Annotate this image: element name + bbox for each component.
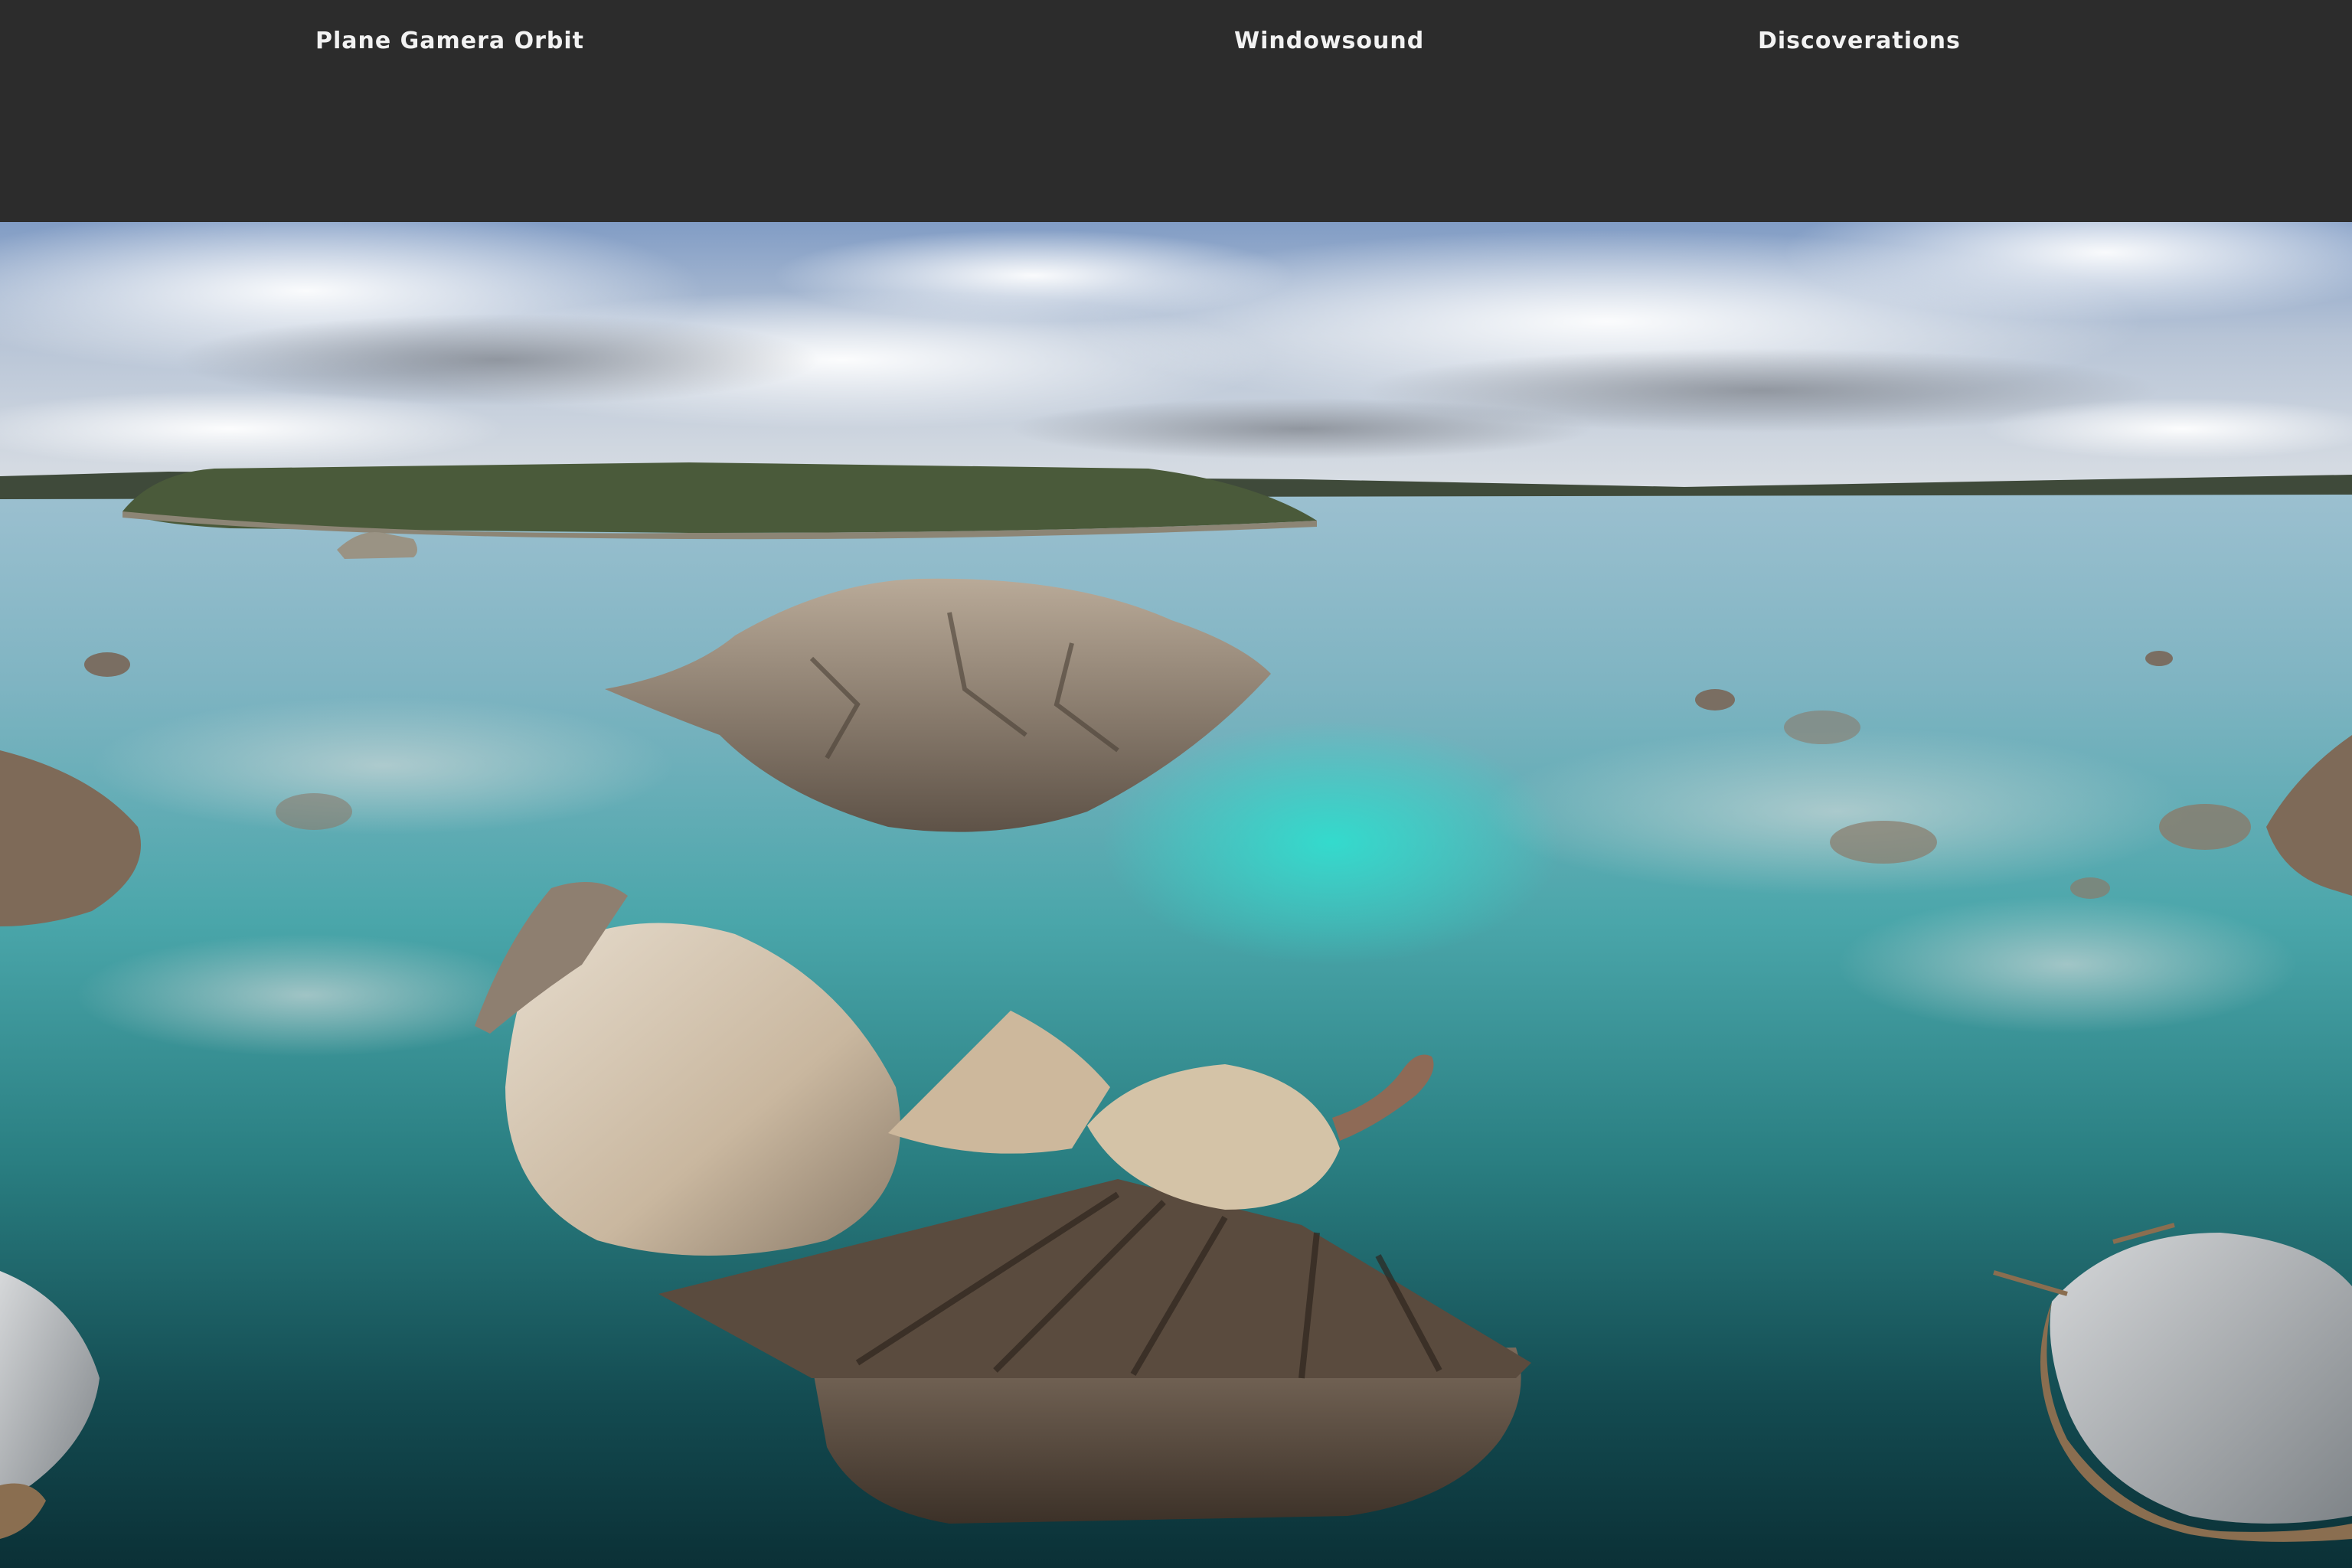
panorama-viewer: Plane Gamera Orbit Windowsound Discovera… xyxy=(0,0,2352,1568)
top-label-left[interactable]: Plane Gamera Orbit xyxy=(315,28,584,54)
foam xyxy=(1485,727,2190,896)
cloud-shadow xyxy=(1011,398,1592,459)
top-label-right[interactable]: Discoverations xyxy=(1758,28,1961,54)
small-rock xyxy=(1784,710,1860,744)
panorama-scene xyxy=(0,184,2352,1568)
foam xyxy=(1838,896,2297,1034)
small-rock xyxy=(276,793,352,830)
foam xyxy=(77,934,536,1057)
cloud xyxy=(773,230,1294,322)
small-rock xyxy=(2070,877,2110,899)
small-rock xyxy=(1695,689,1735,710)
small-rock xyxy=(1830,821,1937,864)
small-rock xyxy=(2159,804,2251,850)
small-rock xyxy=(84,652,130,677)
island xyxy=(122,462,1317,533)
small-rock xyxy=(2145,651,2173,666)
top-bar-curved-edge xyxy=(0,184,2352,219)
foam xyxy=(92,697,674,835)
top-label-center[interactable]: Windowsound xyxy=(1234,28,1424,54)
